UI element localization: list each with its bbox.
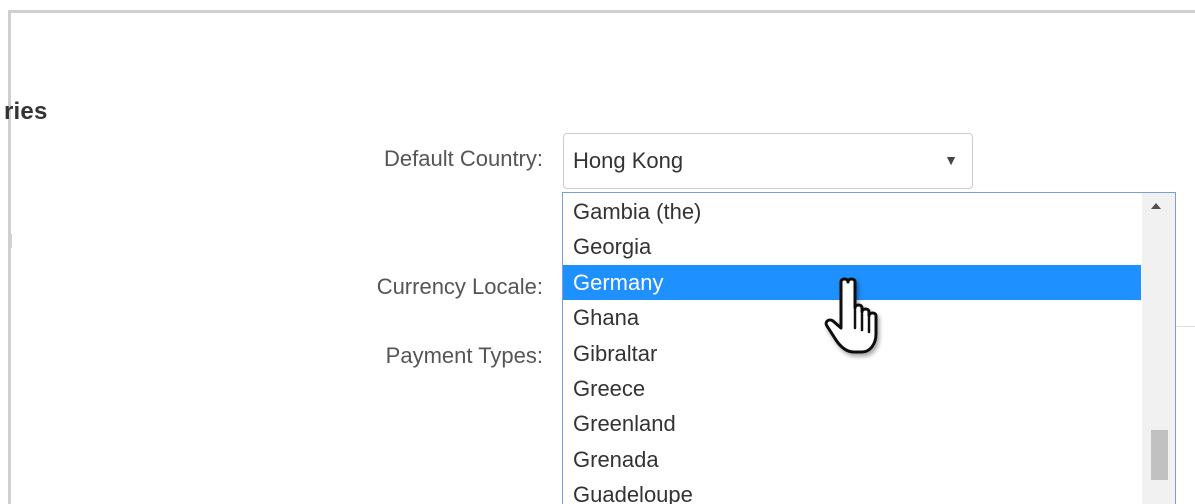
- country-option[interactable]: Grenada: [563, 442, 1141, 477]
- default-country-selected-value: Hong Kong: [573, 148, 684, 173]
- divider-tick: [10, 234, 12, 248]
- section-heading: ries: [4, 98, 48, 125]
- settings-panel: ries Default Country: Currency Locale: P…: [0, 0, 1195, 504]
- country-option[interactable]: Greece: [563, 371, 1141, 406]
- payment-types-label: Payment Types:: [385, 343, 543, 368]
- chevron-down-icon: ▼: [944, 152, 958, 168]
- dropdown-scrollbar[interactable]: [1142, 193, 1175, 504]
- country-option[interactable]: Gambia (the): [563, 194, 1141, 229]
- panel-border-top: [8, 10, 1195, 13]
- hand-pointer-icon: [824, 277, 878, 354]
- default-country-select[interactable]: Hong Kong ▼: [563, 133, 973, 189]
- panel-border-left: [8, 10, 11, 504]
- divider-line: [1176, 326, 1195, 327]
- country-option[interactable]: Guadeloupe: [563, 477, 1141, 504]
- country-option[interactable]: Greenland: [563, 406, 1141, 441]
- chevron-up-icon[interactable]: [1151, 203, 1161, 209]
- country-option[interactable]: Georgia: [563, 229, 1141, 264]
- scrollbar-thumb[interactable]: [1151, 430, 1168, 480]
- default-country-label: Default Country:: [384, 146, 543, 171]
- currency-locale-label: Currency Locale:: [376, 274, 543, 299]
